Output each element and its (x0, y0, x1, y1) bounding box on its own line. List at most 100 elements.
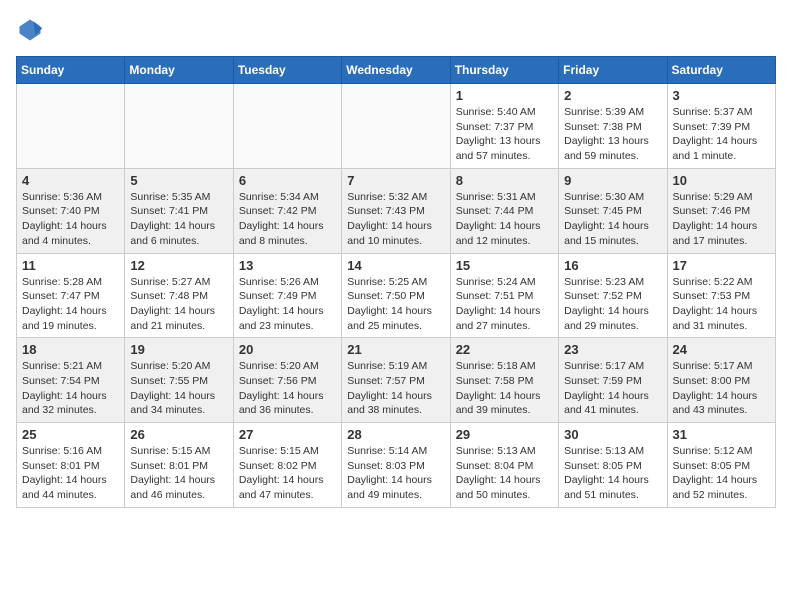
calendar-cell: 8Sunrise: 5:31 AM Sunset: 7:44 PM Daylig… (450, 168, 558, 253)
day-info: Sunrise: 5:30 AM Sunset: 7:45 PM Dayligh… (564, 190, 661, 249)
day-info: Sunrise: 5:23 AM Sunset: 7:52 PM Dayligh… (564, 275, 661, 334)
calendar-cell (17, 84, 125, 169)
weekday-header-thursday: Thursday (450, 57, 558, 84)
calendar-cell: 24Sunrise: 5:17 AM Sunset: 8:00 PM Dayli… (667, 338, 775, 423)
day-number: 2 (564, 88, 661, 103)
weekday-header-saturday: Saturday (667, 57, 775, 84)
calendar-cell: 14Sunrise: 5:25 AM Sunset: 7:50 PM Dayli… (342, 253, 450, 338)
day-info: Sunrise: 5:29 AM Sunset: 7:46 PM Dayligh… (673, 190, 770, 249)
calendar-cell: 9Sunrise: 5:30 AM Sunset: 7:45 PM Daylig… (559, 168, 667, 253)
day-number: 5 (130, 173, 227, 188)
calendar-cell: 23 Sunrise: 5:17 AM Sunset: 7:59 PM Dayli… (559, 338, 667, 423)
calendar-cell: 2 Sunrise: 5:39 AM Sunset: 7:38 PM Daylig… (559, 84, 667, 169)
week-row-3: 11 Sunrise: 5:28 AM Sunset: 7:47 PM Dayli… (17, 253, 776, 338)
calendar-cell: 25 Sunrise: 5:16 AM Sunset: 8:01 PM Dayli… (17, 423, 125, 508)
logo-icon (16, 16, 44, 44)
day-info: Sunrise: 5:35 AM Sunset: 7:41 PM Dayligh… (130, 190, 227, 249)
day-number: 15 (456, 258, 553, 273)
day-info: Sunrise: 5:20 AM Sunset: 7:55 PM Dayligh… (130, 359, 227, 418)
week-row-5: 25 Sunrise: 5:16 AM Sunset: 8:01 PM Dayli… (17, 423, 776, 508)
calendar-cell: 6 Sunrise: 5:34 AM Sunset: 7:42 PM Daylig… (233, 168, 341, 253)
day-number: 4 (22, 173, 119, 188)
day-info: Sunrise: 5:25 AM Sunset: 7:50 PM Dayligh… (347, 275, 444, 334)
day-number: 13 (239, 258, 336, 273)
day-number: 7 (347, 173, 444, 188)
day-info: Sunrise: 5:17 AM Sunset: 7:59 PM Dayligh… (564, 359, 661, 418)
calendar-cell (342, 84, 450, 169)
logo (16, 16, 48, 44)
calendar-cell: 10Sunrise: 5:29 AM Sunset: 7:46 PM Dayli… (667, 168, 775, 253)
day-info: Sunrise: 5:34 AM Sunset: 7:42 PM Dayligh… (239, 190, 336, 249)
page-header (16, 16, 776, 44)
day-number: 23 (564, 342, 661, 357)
calendar-header: SundayMondayTuesdayWednesdayThursdayFrid… (17, 57, 776, 84)
day-info: Sunrise: 5:14 AM Sunset: 8:03 PM Dayligh… (347, 444, 444, 503)
day-number: 24 (673, 342, 770, 357)
day-info: Sunrise: 5:40 AM Sunset: 7:37 PM Dayligh… (456, 105, 553, 164)
day-info: Sunrise: 5:39 AM Sunset: 7:38 PM Dayligh… (564, 105, 661, 164)
calendar-cell: 20Sunrise: 5:20 AM Sunset: 7:56 PM Dayli… (233, 338, 341, 423)
calendar-cell: 13 Sunrise: 5:26 AM Sunset: 7:49 PM Dayli… (233, 253, 341, 338)
day-number: 6 (239, 173, 336, 188)
day-info: Sunrise: 5:32 AM Sunset: 7:43 PM Dayligh… (347, 190, 444, 249)
day-number: 3 (673, 88, 770, 103)
day-number: 22 (456, 342, 553, 357)
calendar-cell: 16Sunrise: 5:23 AM Sunset: 7:52 PM Dayli… (559, 253, 667, 338)
day-number: 31 (673, 427, 770, 442)
calendar-cell: 17 Sunrise: 5:22 AM Sunset: 7:53 PM Dayli… (667, 253, 775, 338)
day-number: 17 (673, 258, 770, 273)
calendar-table: SundayMondayTuesdayWednesdayThursdayFrid… (16, 56, 776, 508)
day-info: Sunrise: 5:21 AM Sunset: 7:54 PM Dayligh… (22, 359, 119, 418)
calendar-cell: 5 Sunrise: 5:35 AM Sunset: 7:41 PM Daylig… (125, 168, 233, 253)
calendar-cell: 27 Sunrise: 5:15 AM Sunset: 8:02 PM Dayli… (233, 423, 341, 508)
day-number: 30 (564, 427, 661, 442)
calendar-cell: 29 Sunrise: 5:13 AM Sunset: 8:04 PM Dayli… (450, 423, 558, 508)
day-info: Sunrise: 5:19 AM Sunset: 7:57 PM Dayligh… (347, 359, 444, 418)
day-info: Sunrise: 5:12 AM Sunset: 8:05 PM Dayligh… (673, 444, 770, 503)
day-info: Sunrise: 5:24 AM Sunset: 7:51 PM Dayligh… (456, 275, 553, 334)
day-info: Sunrise: 5:16 AM Sunset: 8:01 PM Dayligh… (22, 444, 119, 503)
day-info: Sunrise: 5:18 AM Sunset: 7:58 PM Dayligh… (456, 359, 553, 418)
day-number: 12 (130, 258, 227, 273)
day-info: Sunrise: 5:31 AM Sunset: 7:44 PM Dayligh… (456, 190, 553, 249)
calendar-cell: 11 Sunrise: 5:28 AM Sunset: 7:47 PM Dayli… (17, 253, 125, 338)
day-number: 29 (456, 427, 553, 442)
day-number: 1 (456, 88, 553, 103)
day-info: Sunrise: 5:20 AM Sunset: 7:56 PM Dayligh… (239, 359, 336, 418)
day-info: Sunrise: 5:26 AM Sunset: 7:49 PM Dayligh… (239, 275, 336, 334)
calendar-cell: 30Sunrise: 5:13 AM Sunset: 8:05 PM Dayli… (559, 423, 667, 508)
week-row-1: 1 Sunrise: 5:40 AM Sunset: 7:37 PM Daylig… (17, 84, 776, 169)
calendar-cell: 21 Sunrise: 5:19 AM Sunset: 7:57 PM Dayli… (342, 338, 450, 423)
week-row-4: 18Sunrise: 5:21 AM Sunset: 7:54 PM Dayli… (17, 338, 776, 423)
day-number: 25 (22, 427, 119, 442)
calendar-cell: 18Sunrise: 5:21 AM Sunset: 7:54 PM Dayli… (17, 338, 125, 423)
calendar-cell: 12 Sunrise: 5:27 AM Sunset: 7:48 PM Dayli… (125, 253, 233, 338)
day-number: 21 (347, 342, 444, 357)
day-info: Sunrise: 5:15 AM Sunset: 8:01 PM Dayligh… (130, 444, 227, 503)
calendar-cell: 26 Sunrise: 5:15 AM Sunset: 8:01 PM Dayli… (125, 423, 233, 508)
weekday-header-wednesday: Wednesday (342, 57, 450, 84)
day-info: Sunrise: 5:13 AM Sunset: 8:04 PM Dayligh… (456, 444, 553, 503)
calendar-cell: 31 Sunrise: 5:12 AM Sunset: 8:05 PM Dayli… (667, 423, 775, 508)
day-number: 19 (130, 342, 227, 357)
day-number: 28 (347, 427, 444, 442)
day-info: Sunrise: 5:22 AM Sunset: 7:53 PM Dayligh… (673, 275, 770, 334)
calendar-cell: 3Sunrise: 5:37 AM Sunset: 7:39 PM Daylig… (667, 84, 775, 169)
day-number: 26 (130, 427, 227, 442)
calendar-cell: 28 Sunrise: 5:14 AM Sunset: 8:03 PM Dayli… (342, 423, 450, 508)
day-info: Sunrise: 5:27 AM Sunset: 7:48 PM Dayligh… (130, 275, 227, 334)
calendar-cell: 22 Sunrise: 5:18 AM Sunset: 7:58 PM Dayli… (450, 338, 558, 423)
day-info: Sunrise: 5:36 AM Sunset: 7:40 PM Dayligh… (22, 190, 119, 249)
day-info: Sunrise: 5:15 AM Sunset: 8:02 PM Dayligh… (239, 444, 336, 503)
calendar-cell: 7 Sunrise: 5:32 AM Sunset: 7:43 PM Daylig… (342, 168, 450, 253)
calendar-cell (233, 84, 341, 169)
week-row-2: 4 Sunrise: 5:36 AM Sunset: 7:40 PM Daylig… (17, 168, 776, 253)
day-number: 27 (239, 427, 336, 442)
day-number: 11 (22, 258, 119, 273)
calendar-cell: 1 Sunrise: 5:40 AM Sunset: 7:37 PM Daylig… (450, 84, 558, 169)
day-info: Sunrise: 5:28 AM Sunset: 7:47 PM Dayligh… (22, 275, 119, 334)
calendar-cell: 19 Sunrise: 5:20 AM Sunset: 7:55 PM Dayli… (125, 338, 233, 423)
weekday-header-row: SundayMondayTuesdayWednesdayThursdayFrid… (17, 57, 776, 84)
weekday-header-friday: Friday (559, 57, 667, 84)
calendar-cell: 15 Sunrise: 5:24 AM Sunset: 7:51 PM Dayli… (450, 253, 558, 338)
